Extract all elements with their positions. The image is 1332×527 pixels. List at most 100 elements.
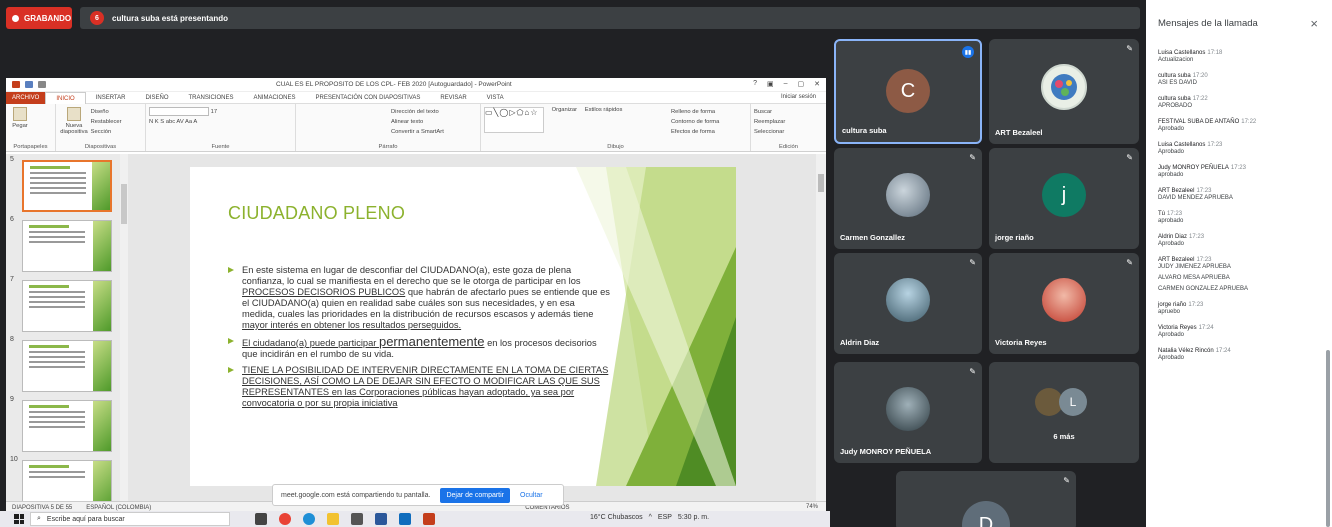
shape-fill-button[interactable]: Relleno de forma: [671, 107, 719, 117]
close-icon[interactable]: ×: [1310, 16, 1318, 31]
organize-button[interactable]: Organizar: [552, 107, 577, 113]
language-text[interactable]: ESP: [658, 514, 672, 521]
message-time: 17:22: [1241, 119, 1257, 125]
participant-tile[interactable]: D ✎: [896, 471, 1076, 527]
chat-scrollbar[interactable]: [1326, 350, 1330, 527]
participant-tile[interactable]: ✎ Victoria Reyes: [989, 253, 1139, 354]
font-format-buttons[interactable]: N K S abc AV Aa A: [149, 117, 292, 127]
store-icon[interactable]: [351, 513, 363, 525]
taskbar-search[interactable]: ⌕ Escribe aquí para buscar: [30, 512, 230, 526]
new-slide-button[interactable]: Nueva diapositiva: [59, 107, 89, 135]
zoom-level[interactable]: 74%: [806, 504, 818, 510]
shapes-gallery[interactable]: ▭╲◯▷⬠⌂☆: [484, 107, 544, 133]
tab-revisar[interactable]: REVISAR: [430, 92, 476, 104]
font-size-field[interactable]: 17: [211, 109, 217, 115]
tab-insertar[interactable]: INSERTAR: [86, 92, 136, 104]
quick-access-toolbar[interactable]: [12, 81, 46, 88]
onedrive-icon[interactable]: [399, 513, 411, 525]
tab-animaciones[interactable]: ANIMACIONES: [244, 92, 306, 104]
powerpoint-icon[interactable]: [423, 513, 435, 525]
shape-outline-button[interactable]: Contorno de forma: [671, 117, 719, 127]
slide-thumbnail[interactable]: 8: [8, 336, 116, 392]
font-name-field[interactable]: [149, 107, 209, 116]
shape-effects-button[interactable]: Efectos de forma: [671, 127, 719, 137]
slide-scrollbar[interactable]: [816, 154, 826, 501]
align-text-button[interactable]: Alinear texto: [391, 117, 444, 127]
presenting-banner[interactable]: 6 cultura suba está presentando: [80, 7, 1140, 29]
smartart-button[interactable]: Convertir a SmartArt: [391, 127, 444, 137]
find-button[interactable]: Buscar: [754, 107, 823, 117]
window-controls[interactable]: ? ▣ – ▢ ✕: [753, 80, 820, 88]
slide-thumbnail[interactable]: 9: [8, 396, 116, 452]
save-icon[interactable]: [25, 81, 33, 88]
chat-message: Luisa Castellanos 17:18 Actualizacion: [1158, 50, 1318, 63]
current-slide[interactable]: CIUDADANO PLENO En este sistema en lugar…: [190, 167, 736, 486]
file-explorer-icon[interactable]: [327, 513, 339, 525]
chat-sender: FESTIVAL SUBA DE ANTAÑO 17:22: [1158, 119, 1318, 125]
message-time: 17:23: [1196, 188, 1212, 194]
edge-icon[interactable]: [303, 513, 315, 525]
reset-button[interactable]: Restablecer: [91, 117, 122, 127]
clipboard-group: Pegar Portapapeles: [6, 104, 56, 151]
participant-tile[interactable]: ✎ Aldrin Diaz: [834, 253, 982, 354]
chat-sender: Natalia Vélez Rincón 17:24: [1158, 348, 1318, 354]
chat-sender: ART Bezaleel 17:23: [1158, 188, 1318, 194]
stop-sharing-button[interactable]: Dejar de compartir: [440, 487, 511, 503]
tray-chevron-icon[interactable]: ^: [649, 514, 652, 521]
text-direction-button[interactable]: Dirección del texto: [391, 107, 444, 117]
participant-tile[interactable]: ✎ Judy MONROY PEÑUELA: [834, 362, 982, 463]
message-time: 17:24: [1198, 325, 1214, 331]
hide-button[interactable]: Ocultar: [520, 492, 543, 499]
presenter-count-badge: 6: [90, 11, 104, 25]
tab-presentacion[interactable]: PRESENTACIÓN CON DIAPOSITIVAS: [306, 92, 431, 104]
chat-messages: Luisa Castellanos 17:18 Actualizacion cultu…: [1158, 50, 1318, 371]
sender-name: Luisa Castellanos: [1158, 142, 1206, 148]
chat-sender: ART Bezaleel 17:23: [1158, 257, 1318, 263]
weather-text[interactable]: 16°C Chubascos: [590, 514, 643, 521]
word-icon[interactable]: [375, 513, 387, 525]
language-indicator[interactable]: ESPAÑOL (COLOMBIA): [86, 505, 151, 511]
slide-thumbnail[interactable]: 5: [8, 156, 116, 212]
tab-transiciones[interactable]: TRANSICIONES: [179, 92, 244, 104]
tab-archivo[interactable]: ARCHIVO: [6, 91, 46, 104]
design-button[interactable]: Diseño: [91, 107, 122, 117]
participant-tile[interactable]: ✎ Carmen Gonzallez: [834, 148, 982, 249]
chat-message: Judy MONROY PEÑUELA 17:23 aprobado: [1158, 165, 1318, 178]
chat-message: Tú 17:23 aprobado: [1158, 211, 1318, 224]
slide-thumbnail[interactable]: 6: [8, 216, 116, 272]
screen-share-notice: meet.google.com está compartiendo tu pan…: [272, 484, 564, 506]
message-text: aprobado: [1158, 172, 1184, 178]
participant-tile[interactable]: ✎ ART Bezaleel: [989, 39, 1139, 144]
tab-inicio[interactable]: INICIO: [45, 91, 86, 104]
replace-button[interactable]: Reemplazar: [754, 117, 823, 127]
clock-text[interactable]: 5:30 p. m.: [678, 514, 709, 521]
chat-sender: Judy MONROY PEÑUELA 17:23: [1158, 165, 1318, 171]
sender-name: jorge riaño: [1158, 302, 1187, 308]
participant-tile[interactable]: j ✎ jorge riaño: [989, 148, 1139, 249]
undo-icon[interactable]: [38, 81, 46, 88]
minimize-button[interactable]: –: [784, 80, 788, 88]
thumbnails-scrollbar[interactable]: [120, 154, 128, 501]
participant-tile[interactable]: C ▮▮ cultura suba: [834, 39, 982, 144]
message-time: 17:23: [1167, 211, 1183, 217]
message-text: Actualizacion: [1158, 57, 1194, 63]
avatar-logo: [1041, 64, 1087, 110]
signin-link[interactable]: Iniciar sesión: [781, 94, 816, 100]
quick-styles-button[interactable]: Estilos rápidos: [585, 107, 623, 113]
select-button[interactable]: Seleccionar: [754, 127, 823, 137]
muted-mic-icon: ✎: [969, 367, 976, 376]
maximize-button[interactable]: ▢: [798, 80, 805, 88]
slide-thumbnail[interactable]: 7: [8, 276, 116, 332]
ribbon-options-button[interactable]: ▣: [767, 80, 774, 88]
task-view-icon[interactable]: [255, 513, 267, 525]
paste-button[interactable]: Pegar: [9, 107, 31, 129]
tab-diseno[interactable]: DISEÑO: [135, 92, 178, 104]
help-button[interactable]: ?: [753, 80, 757, 88]
chat-message: Natalia Vélez Rincón 17:24 Aprobado: [1158, 348, 1318, 361]
section-button[interactable]: Sección: [91, 127, 122, 137]
tab-vista[interactable]: VISTA: [477, 92, 514, 104]
chrome-icon[interactable]: [279, 513, 291, 525]
close-button[interactable]: ✕: [814, 80, 820, 88]
more-participants-tile[interactable]: L 6 más: [989, 362, 1139, 463]
windows-start-icon[interactable]: [14, 514, 24, 524]
